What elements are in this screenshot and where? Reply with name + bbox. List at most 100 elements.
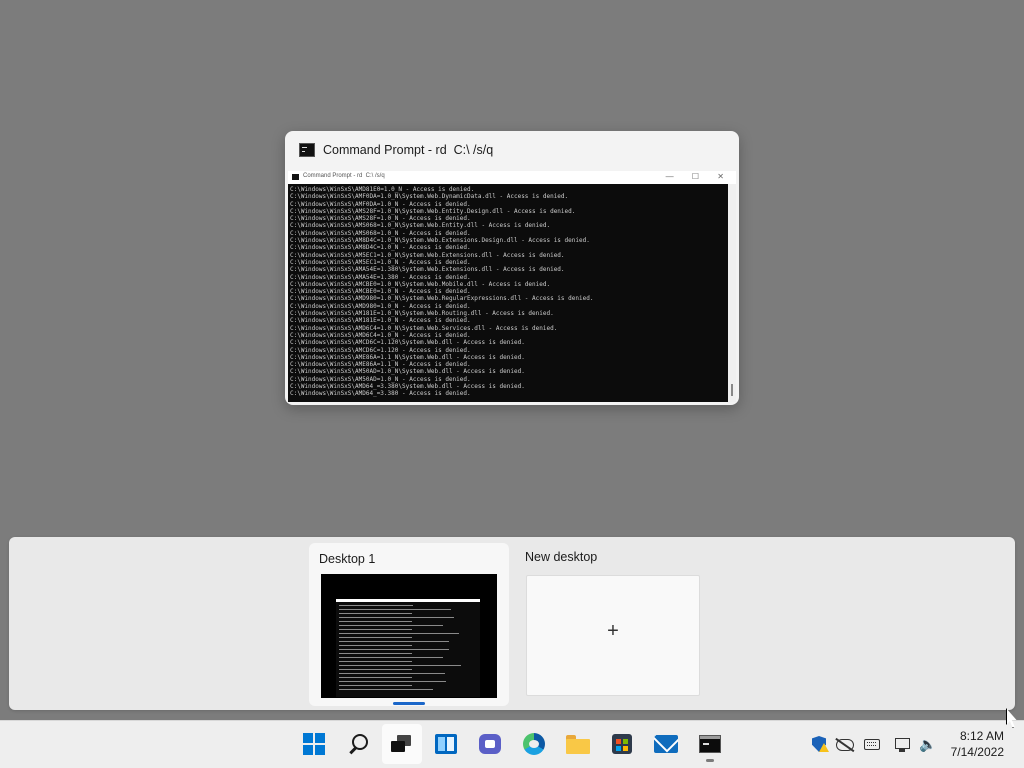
running-app-indicator	[706, 759, 714, 762]
preview-line	[339, 625, 443, 626]
network-tray-button[interactable]	[895, 736, 913, 752]
chat-button[interactable]	[470, 724, 510, 764]
console-line: C:\Windows\WinSxS\AMS28F=1.0_N\System.We…	[290, 207, 576, 215]
mail-icon	[654, 735, 678, 753]
preview-line	[339, 657, 443, 658]
clock[interactable]: 8:12 AM 7/14/2022	[951, 728, 1004, 760]
preview-line	[339, 605, 413, 606]
preview-line	[339, 629, 412, 630]
thumbnail-cmd-icon	[292, 174, 299, 180]
file-explorer-button[interactable]	[558, 724, 598, 764]
start-button[interactable]	[294, 724, 334, 764]
widgets-button[interactable]	[426, 724, 466, 764]
volume-icon: 🔈	[919, 736, 937, 752]
desktop-1-preview-window	[336, 599, 480, 697]
command-prompt-icon	[299, 143, 315, 157]
console-line: C:\Windows\WinSxS\AMS068=1.0_N\System.We…	[290, 222, 551, 230]
console-line: C:\Windows\WinSxS\AMS28F=1.0_N - Access …	[290, 215, 471, 223]
preview-line	[339, 689, 433, 690]
task-view-icon	[391, 735, 413, 753]
console-line: C:\Windows\WinSxS\AM5EC1=1.0_N - Access …	[290, 258, 471, 266]
console-line: C:\Windows\WinSxS\AMD64_=3.380 - Access …	[290, 390, 471, 398]
thumbnail-title: Command Prompt - rd C:\ /s/q	[303, 173, 385, 179]
keyboard-tray-button[interactable]	[864, 736, 882, 752]
preview-line	[339, 621, 412, 622]
preview-line	[339, 669, 412, 670]
preview-line	[339, 653, 412, 654]
console-line: C:\Windows\WinSxS\AMD980=1.0_N - Access …	[290, 302, 471, 310]
clock-date: 7/14/2022	[950, 745, 1004, 759]
desktop-1-preview	[321, 574, 497, 698]
preview-line	[339, 645, 412, 646]
desktop-1-label: Desktop 1	[319, 552, 376, 566]
desktops-bar	[9, 537, 1015, 710]
edge-button[interactable]	[514, 724, 554, 764]
console-output: C:\Windows\WinSxS\AMD81E0=1.0_N - Access…	[288, 184, 728, 402]
console-line: C:\Windows\WinSxS\AMCD6C=1.120 - Access …	[290, 346, 471, 354]
desktop-1-tile[interactable]: Desktop 1	[309, 543, 509, 706]
preview-line	[339, 673, 445, 674]
preview-line	[339, 633, 459, 634]
console-line: C:\Windows\WinSxS\AMD81E0=1.0_N - Access…	[290, 186, 475, 193]
preview-line	[339, 609, 451, 610]
task-view-button[interactable]	[382, 724, 422, 764]
preview-line	[339, 617, 454, 618]
console-line: C:\Windows\WinSxS\AMA54E=1.380\System.We…	[290, 266, 565, 274]
preview-line	[339, 665, 461, 666]
search-button[interactable]	[338, 724, 378, 764]
preview-line	[339, 681, 446, 682]
console-line: C:\Windows\WinSxS\AMF0DA=1.0_N\System.We…	[290, 193, 569, 201]
thumbnail-window-controls: — ☐ ✕	[665, 172, 732, 181]
store-button[interactable]	[602, 724, 642, 764]
console-line: C:\Windows\WinSxS\AMCD6C=1.120\System.We…	[290, 339, 525, 347]
windows-logo-icon	[303, 733, 325, 755]
cloud-offline-icon	[836, 739, 854, 751]
console-line: C:\Windows\WinSxS\AMCBE0=1.0_N\System.We…	[290, 280, 551, 288]
preview-line	[339, 613, 412, 614]
window-card-header: Command Prompt - rd C:\ /s/q	[285, 131, 739, 171]
console-line: C:\Windows\WinSxS\AM181E=1.0_N - Access …	[290, 317, 471, 325]
console-line: C:\Windows\WinSxS\AME86A=1.1_N - Access …	[290, 361, 471, 369]
console-line: C:\Windows\WinSxS\AMF0DA=1.0_N - Access …	[290, 200, 471, 208]
edge-icon	[523, 733, 545, 755]
preview-line	[339, 685, 412, 686]
console-line: C:\Windows\WinSxS\AMCBE0=1.0_N - Access …	[290, 288, 471, 296]
folder-icon	[566, 734, 590, 754]
console-line: C:\Windows\WinSxS\AM5EC1=1.0_N\System.We…	[290, 251, 565, 259]
clock-time: 8:12 AM	[959, 729, 1004, 743]
console-line: C:\Windows\WinSxS\AM50AD=1.0_N - Access …	[290, 375, 471, 383]
console-line: C:\Windows\WinSxS\AMD6C4=1.0_N\System.We…	[290, 324, 558, 332]
window-thumbnail[interactable]: Command Prompt - rd C:\ /s/q — ☐ ✕ C:\Wi…	[288, 171, 736, 402]
console-scrollbar	[728, 184, 736, 402]
console-line: C:\Windows\WinSxS\AMD980=1.0_N\System.We…	[290, 295, 594, 303]
new-desktop-label: New desktop	[525, 550, 598, 564]
task-view-window-card[interactable]: Command Prompt - rd C:\ /s/q Command Pro…	[285, 131, 739, 405]
console-line: C:\Windows\WinSxS\AM8D4C=1.0_N - Access …	[290, 244, 471, 252]
console-line: C:\Windows\WinSxS\AMS068=1.0_N - Access …	[290, 229, 471, 237]
preview-line	[339, 677, 412, 678]
volume-tray-button[interactable]: 🔈	[919, 736, 937, 752]
preview-line	[339, 661, 412, 662]
teams-chat-icon	[479, 734, 501, 754]
console-line: C:\Windows\WinSxS\AMA54E=1.380 - Access …	[290, 273, 471, 281]
active-desktop-indicator	[393, 702, 425, 705]
command-prompt-button[interactable]	[690, 724, 730, 764]
security-tray-button[interactable]	[812, 736, 830, 752]
widgets-icon	[435, 734, 457, 754]
cmd-icon	[699, 735, 721, 753]
console-line: C:\Windows\WinSxS\AM50AD=1.0_N\System.We…	[290, 368, 525, 376]
preview-line	[339, 637, 412, 638]
console-line: C:\Windows\WinSxS\AM8D4C=1.0_N\System.We…	[290, 237, 590, 245]
console-line: C:\Windows\WinSxS\AME86A=1.1_N\System.We…	[290, 353, 525, 361]
console-line: C:\Windows\WinSxS\AM181E=1.0_N\System.We…	[290, 310, 554, 318]
onedrive-tray-button[interactable]	[836, 736, 854, 752]
preview-line	[339, 641, 449, 642]
console-line: C:\Windows\WinSxS\AMD64_=3.380\System.We…	[290, 383, 525, 391]
window-card-title: Command Prompt - rd C:\ /s/q	[323, 143, 494, 157]
preview-line	[339, 649, 449, 650]
plus-icon: +	[607, 620, 619, 642]
mail-button[interactable]	[646, 724, 686, 764]
search-icon	[348, 734, 368, 754]
new-desktop-button[interactable]: +	[526, 575, 700, 696]
thumbnail-titlebar: Command Prompt - rd C:\ /s/q — ☐ ✕	[288, 171, 736, 184]
